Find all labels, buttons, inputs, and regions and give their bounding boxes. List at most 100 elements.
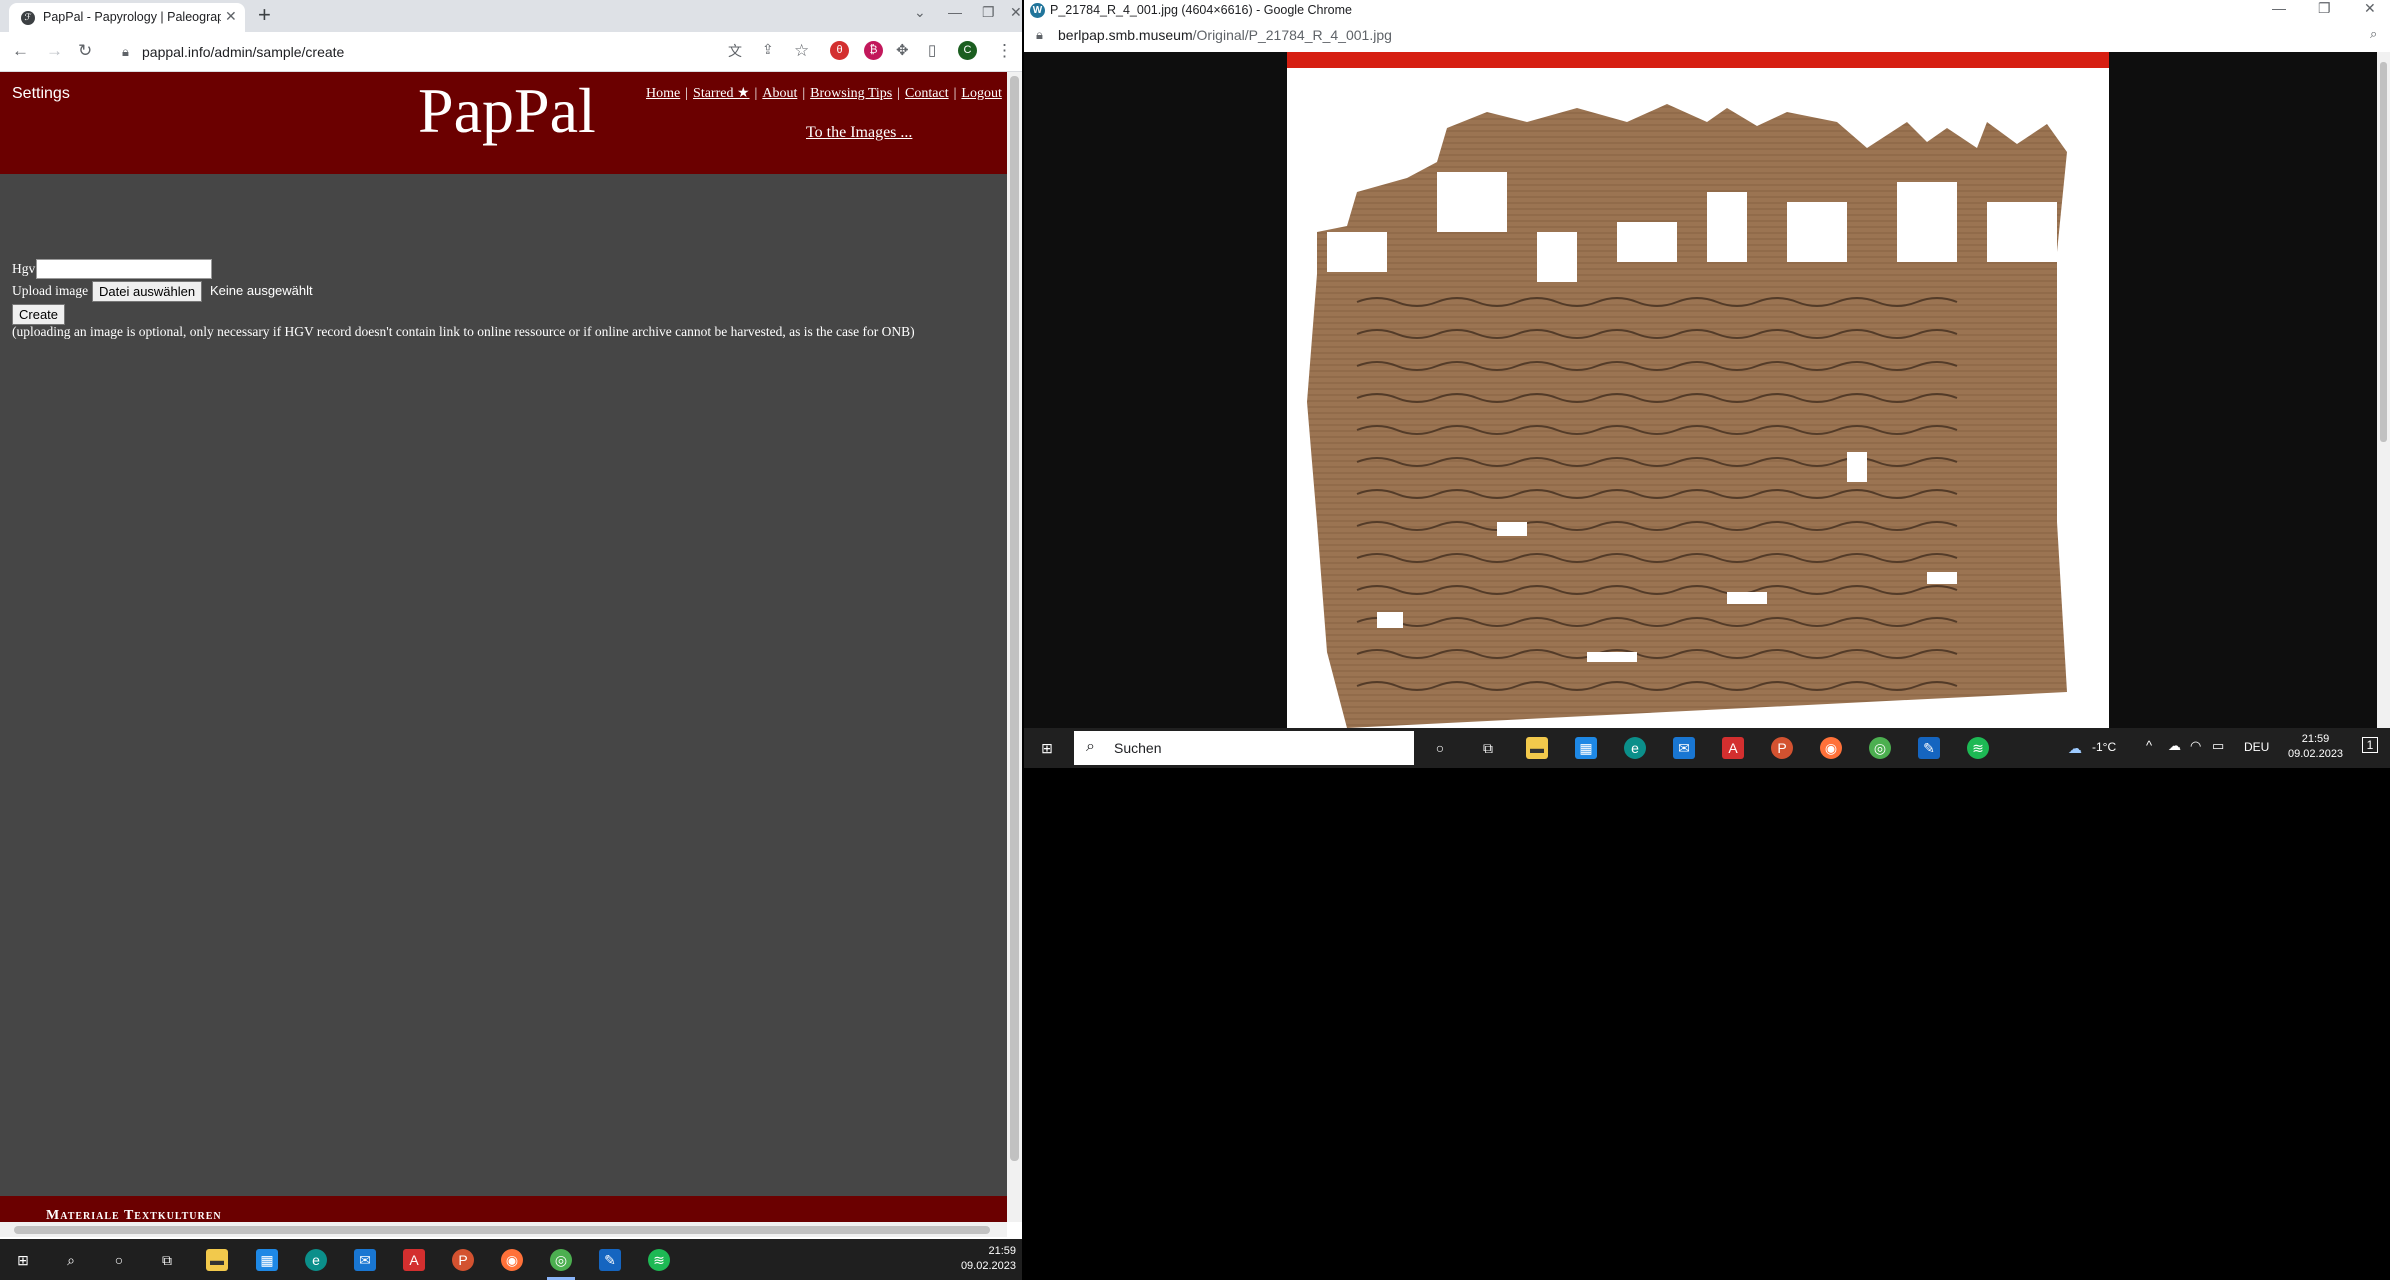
nav-about[interactable]: About [762,86,797,101]
acrobat-icon[interactable]: A [1722,737,1744,759]
battery-icon[interactable]: ▭ [2212,738,2224,754]
forward-icon[interactable]: → [46,41,63,61]
horizontal-scroll-thumb[interactable] [14,1226,990,1234]
edge-icon[interactable]: e [305,1249,327,1271]
cortana-icon[interactable]: ○ [1429,737,1451,759]
firefox-icon[interactable]: ◉ [501,1249,523,1271]
tab-title: PapPal - Papyrology | Paleography [43,10,221,24]
choose-file-button[interactable]: Datei auswählen [92,281,203,302]
search-placeholder: Suchen [1114,740,1162,756]
right-address-bar[interactable]: 🔒︎ berlpap.smb.museum/Original/P_21784_R… [1024,22,2390,52]
menu-kebab-icon[interactable]: ⋮ [996,41,1013,61]
language-indicator[interactable]: DEU [2244,740,2269,754]
wordpress-favicon-icon: W [1030,3,1045,18]
file-status-text: Keine ausgewählt [210,283,313,298]
mail-icon[interactable]: ✉ [1673,737,1695,759]
right-browser-window: W P_21784_R_4_001.jpg (4604×6616) - Goog… [1024,0,2390,768]
chrome-icon[interactable]: ◎ [550,1249,572,1271]
to-images-link[interactable]: To the Images ... [806,124,912,142]
minimize-icon[interactable]: — [2272,0,2286,16]
reload-icon[interactable]: ↻ [78,41,92,61]
notification-icon[interactable]: 1 [2362,737,2378,753]
create-button[interactable]: Create [12,304,66,325]
spotify-icon[interactable]: ≋ [1967,737,1989,759]
store-icon[interactable]: ▦ [1575,737,1597,759]
lock-icon: 🔒︎ [1036,27,1043,42]
back-icon[interactable]: ← [12,41,29,61]
share-icon[interactable]: ⇪ [762,41,774,58]
clock[interactable]: 21:59 09.02.2023 [2288,732,2343,762]
profile-avatar[interactable]: C [958,41,977,60]
file-explorer-icon[interactable]: ▬ [206,1249,228,1271]
nav-browsing-tips[interactable]: Browsing Tips [810,86,892,101]
windows-start-icon[interactable]: ⊞ [12,1249,34,1271]
extension-pink-icon[interactable]: ₿ [864,41,883,60]
taskbar-search[interactable]: ⌕ Suchen [1074,731,1414,765]
site-logo[interactable]: PapPal [418,74,596,148]
taskbar-left: ⊞ ⌕ ○ ⧉ ▬ ▦ e ✉ A P ◉ ◎ ✎ ≋ 21:59 09.02.… [0,1239,1022,1280]
onedrive-icon[interactable]: ☁ [2168,738,2181,754]
site-header: Settings PapPal Home | Starred ★ | About | Bro… [0,72,1007,174]
search-icon[interactable]: ⌕ [60,1249,82,1271]
hgv-row: Hgv [12,259,212,279]
address-bar[interactable]: 🔒︎ pappal.info/admin/sample/create [108,37,708,67]
weather-temp: -1°C [2092,740,2117,754]
translate-icon[interactable]: 文 [728,41,742,61]
powerpoint-icon[interactable]: P [452,1249,474,1271]
right-vertical-scrollbar[interactable] [2377,52,2390,728]
store-icon[interactable]: ▦ [256,1249,278,1271]
mail-icon[interactable]: ✉ [354,1249,376,1271]
chevron-down-icon[interactable]: ⌄ [914,4,926,21]
cortana-icon[interactable]: ○ [108,1249,130,1271]
tab-strip: ℱ PapPal - Papyrology | Paleography ✕ + … [0,0,1022,32]
nav-separator: | [685,86,689,101]
hgv-input[interactable] [36,259,212,279]
firefox-icon[interactable]: ◉ [1820,737,1842,759]
task-view-icon[interactable]: ⧉ [156,1249,178,1271]
weather-icon[interactable]: ☁ [2064,737,2086,759]
url-text: pappal.info/admin/sample/create [142,44,345,60]
nav-separator: | [754,86,758,101]
lock-icon: 🔒︎ [122,44,129,59]
clock-time: 21:59 [2301,733,2330,745]
new-tab-icon[interactable]: + [258,2,271,28]
nav-starred[interactable]: Starred ★ [693,86,749,101]
right-title-bar: W P_21784_R_4_001.jpg (4604×6616) - Goog… [1024,0,2390,22]
nav-logout[interactable]: Logout [961,86,1001,101]
extension-red-icon[interactable]: θ [830,41,849,60]
vertical-scrollbar[interactable] [1007,72,1022,1222]
powerpoint-icon[interactable]: P [1771,737,1793,759]
restore-icon[interactable]: ❐ [2318,0,2331,17]
papyrus-image[interactable] [1287,52,2109,728]
close-tab-icon[interactable]: ✕ [225,8,237,25]
side-panel-icon[interactable]: ▯ [928,41,936,59]
nav-contact[interactable]: Contact [905,86,949,101]
wifi-icon[interactable]: ◠ [2190,738,2201,754]
horizontal-scrollbar[interactable] [0,1222,1007,1237]
task-view-icon[interactable]: ⧉ [1477,737,1499,759]
file-explorer-icon[interactable]: ▬ [1526,737,1548,759]
settings-link[interactable]: Settings [12,85,70,103]
vertical-scroll-thumb[interactable] [1010,76,1019,1161]
bookmark-star-icon[interactable]: ☆ [794,41,809,61]
spotify-icon[interactable]: ≋ [648,1249,670,1271]
extensions-puzzle-icon[interactable]: ✥ [896,41,909,59]
edge-icon[interactable]: e [1624,737,1646,759]
restore-icon[interactable]: ❐ [982,4,995,21]
nav-separator: | [802,86,806,101]
tab-pappal[interactable]: ℱ PapPal - Papyrology | Paleography ✕ [9,3,245,32]
windows-start-icon[interactable]: ⊞ [1036,737,1058,759]
right-scroll-thumb[interactable] [2380,62,2387,442]
acrobat-icon[interactable]: A [403,1249,425,1271]
nav-home[interactable]: Home [646,86,680,101]
clock[interactable]: 21:59 09.02.2023 [961,1244,1016,1274]
minimize-icon[interactable]: — [948,4,962,20]
chevron-up-icon[interactable]: ^ [2146,738,2152,753]
notes-icon[interactable]: ✎ [1918,737,1940,759]
papyrus-fragment [1307,104,2067,728]
close-window-icon[interactable]: ✕ [2364,0,2376,17]
zoom-icon[interactable]: ⌕ [2370,26,2377,42]
close-window-icon[interactable]: ✕ [1010,4,1022,21]
notes-icon[interactable]: ✎ [599,1249,621,1271]
chrome-icon[interactable]: ◎ [1869,737,1891,759]
